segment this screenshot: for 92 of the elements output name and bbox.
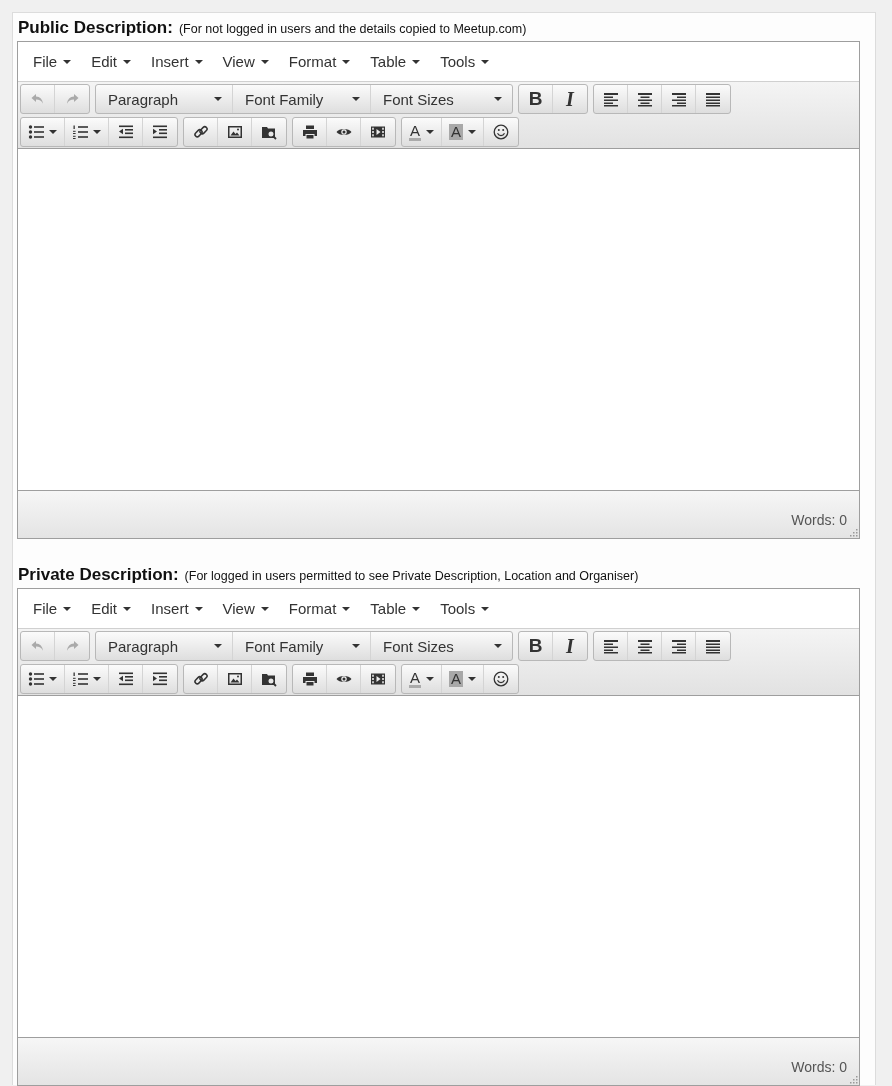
caret-icon [63, 59, 72, 64]
bold-button[interactable]: B [519, 632, 553, 660]
menu-item[interactable]: Format [280, 49, 359, 74]
menu-item[interactable]: Edit [83, 49, 140, 74]
justify-icon [705, 91, 721, 107]
field-label: Public Description: [18, 18, 173, 38]
menu-item[interactable]: View [214, 49, 277, 74]
caret-icon [93, 130, 101, 134]
align-left-icon [602, 638, 619, 654]
dropdown-select[interactable]: Font Sizes [371, 632, 512, 660]
printer-icon [301, 124, 318, 140]
word-count: Words: 0 [791, 512, 847, 528]
field-note: (For logged in users permitted to see Private Description, Location and Organiser) [184, 569, 639, 583]
justify-icon [705, 638, 721, 654]
numbered-list-icon [72, 671, 88, 687]
smiley-icon [493, 124, 510, 140]
menu-item[interactable]: Tools [432, 49, 498, 74]
indent-icon [152, 671, 168, 687]
caret-icon [93, 677, 101, 681]
caret-icon [342, 59, 351, 64]
bold-button[interactable]: B [519, 85, 553, 113]
image-icon [226, 671, 243, 687]
word-count: Words: 0 [791, 1059, 847, 1075]
caret-icon [426, 130, 434, 134]
caret-icon [260, 606, 269, 611]
menu-item[interactable]: Edit [83, 596, 140, 621]
bullet-list-icon [28, 124, 44, 140]
menu-item[interactable]: Insert [143, 49, 211, 74]
film-icon [370, 671, 386, 687]
caret-icon [426, 677, 434, 681]
image-icon [226, 124, 243, 140]
caret-icon [342, 606, 351, 611]
caret-icon [123, 59, 132, 64]
caret-icon [194, 59, 203, 64]
caret-icon [214, 97, 222, 101]
link-icon [192, 124, 209, 140]
indent-icon [152, 124, 168, 140]
caret-icon [49, 677, 57, 681]
field-note: (For not logged in users and the details copied to Meetup.com) [178, 22, 527, 36]
caret-icon [468, 130, 477, 134]
caret-icon [214, 644, 222, 648]
menu-item[interactable]: Table [362, 49, 429, 74]
dropdown-select[interactable]: Paragraph [96, 632, 233, 660]
caret-icon [494, 97, 502, 101]
caret-icon [412, 59, 421, 64]
background-color-button[interactable]: A [442, 665, 485, 693]
menu-item[interactable]: File [25, 596, 80, 621]
caret-icon [494, 644, 502, 648]
outdent-icon [117, 124, 134, 140]
menu-item[interactable]: Tools [432, 596, 498, 621]
text-color-button[interactable]: A [402, 118, 442, 146]
bullet-list-icon [28, 671, 44, 687]
resize-handle-icon[interactable] [850, 529, 858, 537]
film-icon [370, 124, 386, 140]
caret-icon [468, 677, 477, 681]
align-center-icon [636, 638, 653, 654]
dropdown-select[interactable]: Font Sizes [371, 85, 512, 113]
menu-item[interactable]: Table [362, 596, 429, 621]
caret-icon [352, 644, 360, 648]
menu-item[interactable]: Insert [143, 596, 211, 621]
menu-item[interactable]: View [214, 596, 277, 621]
resize-handle-icon[interactable] [850, 1076, 858, 1084]
align-right-icon [670, 638, 687, 654]
caret-icon [194, 606, 203, 611]
italic-button[interactable]: I [553, 632, 587, 660]
field-label: Private Description: [18, 565, 179, 585]
background-color-button[interactable]: A [442, 118, 485, 146]
caret-icon [352, 97, 360, 101]
dropdown-select[interactable]: Font Family [233, 85, 371, 113]
folder-search-icon [261, 124, 277, 140]
align-left-icon [602, 91, 619, 107]
folder-search-icon [261, 671, 277, 687]
link-icon [192, 671, 209, 687]
caret-icon [260, 59, 269, 64]
outdent-icon [117, 671, 134, 687]
numbered-list-icon [72, 124, 88, 140]
caret-icon [123, 606, 132, 611]
printer-icon [301, 671, 318, 687]
menu-item[interactable]: File [25, 49, 80, 74]
caret-icon [412, 606, 421, 611]
align-right-icon [670, 91, 687, 107]
caret-icon [49, 130, 57, 134]
menu-item[interactable]: Format [280, 596, 359, 621]
caret-icon [481, 59, 490, 64]
align-center-icon [636, 91, 653, 107]
italic-button[interactable]: I [553, 85, 587, 113]
caret-icon [63, 606, 72, 611]
text-color-button[interactable]: A [402, 665, 442, 693]
dropdown-select[interactable]: Font Family [233, 632, 371, 660]
dropdown-select[interactable]: Paragraph [96, 85, 233, 113]
caret-icon [481, 606, 490, 611]
smiley-icon [493, 671, 510, 687]
